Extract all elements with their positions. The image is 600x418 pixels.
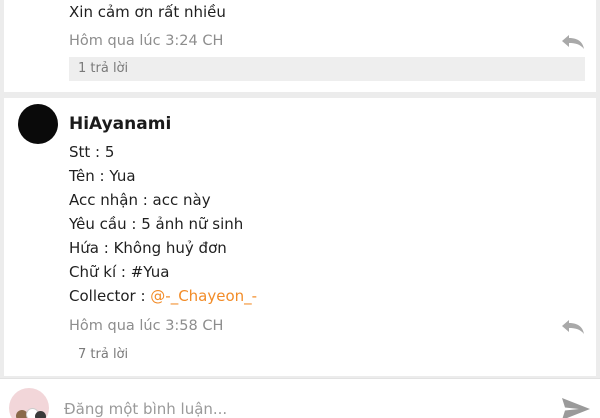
send-icon[interactable] xyxy=(561,397,591,418)
comment-timestamp: Hôm qua lúc 3:24 CH xyxy=(69,33,224,49)
my-avatar xyxy=(9,388,49,418)
comment-timestamp: Hôm qua lúc 3:58 CH xyxy=(69,318,224,334)
user-mention-link[interactable]: @-_Chayeon_- xyxy=(150,287,257,305)
previous-comment: Xin cảm ơn rất nhiều Hôm qua lúc 3:24 CH… xyxy=(4,0,596,92)
comment-line-request: Yêu cầu : 5 ảnh nữ sinh xyxy=(69,215,244,233)
comment-composer xyxy=(0,378,600,418)
comment-line-name: Tên : Yua xyxy=(69,167,136,185)
comment-card: HiAyanami Stt : 5 Tên : Yua Acc nhận : a… xyxy=(4,98,596,376)
reply-icon[interactable] xyxy=(560,33,586,51)
reply-icon[interactable] xyxy=(560,318,586,336)
comment-text: Xin cảm ơn rất nhiều xyxy=(69,3,226,21)
replies-count: 1 trả lời xyxy=(78,61,129,76)
view-replies-button[interactable]: 1 trả lời xyxy=(69,57,585,81)
avatar[interactable] xyxy=(18,104,58,144)
comment-author[interactable]: HiAyanami xyxy=(69,114,171,134)
comment-line-account: Acc nhận : acc này xyxy=(69,191,211,209)
view-replies-button[interactable]: 7 trả lời xyxy=(78,347,128,362)
comment-line-promise: Hứa : Không huỷ đơn xyxy=(69,239,227,257)
comment-input[interactable] xyxy=(64,399,544,418)
comment-line-signature: Chữ kí : #Yua xyxy=(69,263,170,281)
collector-label: Collector : xyxy=(69,287,151,305)
comment-line-collector: Collector : @-_Chayeon_- xyxy=(69,284,257,308)
comment-line-stt: Stt : 5 xyxy=(69,143,115,161)
